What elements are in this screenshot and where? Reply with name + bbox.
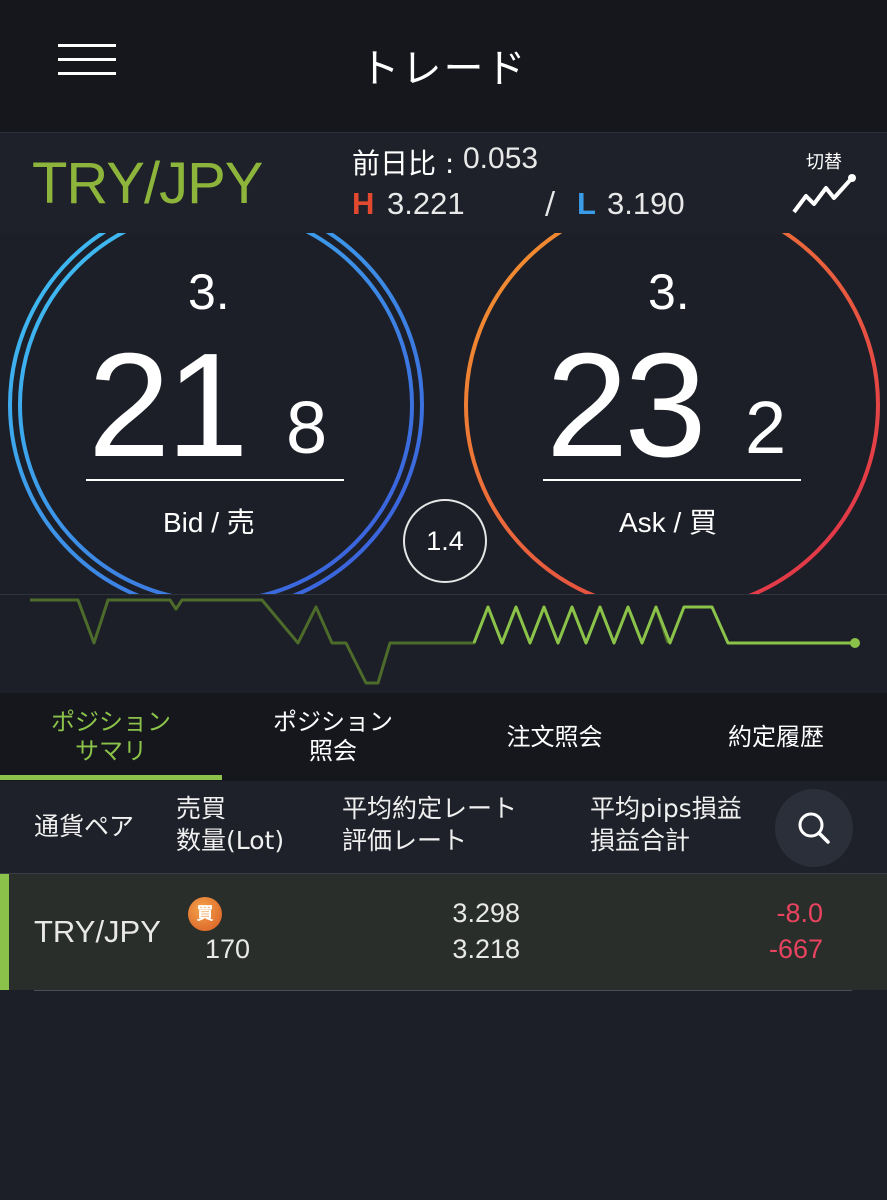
currency-pair-name[interactable]: TRY/JPY (32, 150, 263, 217)
ask-buy-button[interactable]: 3. 23 2 Ask / 買 (455, 233, 887, 595)
bid-label: Bid / 売 (163, 507, 255, 538)
ask-underline (543, 479, 801, 481)
row-eval-rate: 3.218 (452, 934, 520, 964)
high-value: 3.221 (387, 186, 465, 221)
rate-panel: 3. 21 8 Bid / 売 3. 23 2 Ask / 買 1.4 (0, 233, 887, 693)
spread-value: 1.4 (403, 499, 487, 583)
tab-position-inquiry[interactable]: ポジション 照会 (222, 693, 444, 781)
search-button[interactable] (775, 789, 853, 867)
bid-fraction-digit: 8 (286, 386, 328, 469)
row-avg-pips: -8.0 (776, 898, 823, 928)
line-chart-icon (792, 174, 856, 214)
header-avg-eval-rate: 平均約定レート 評価レート (342, 794, 518, 855)
row-currency-pair: TRY/JPY (34, 914, 161, 949)
prev-day-change-value: 0.053 (463, 142, 539, 175)
ask-fraction-digit: 2 (745, 386, 787, 469)
ask-prefix: 3. (648, 264, 690, 320)
high-low-separator: / (545, 186, 556, 221)
switch-label: 切替 (806, 152, 842, 173)
bid-sell-button[interactable]: 3. 21 8 Bid / 売 (0, 233, 435, 595)
search-icon (798, 812, 830, 844)
bid-prefix: 3. (188, 264, 230, 320)
header-side-quantity: 売買 数量(Lot) (176, 794, 285, 855)
buy-side-badge: 買 (188, 897, 222, 931)
table-header: 通貨ペア 売買 数量(Lot) 平均約定レート 評価レート 平均pips損益 損… (0, 781, 887, 874)
row-accent-bar (0, 874, 9, 990)
tab-order-inquiry[interactable]: 注文照会 (444, 693, 665, 781)
ask-label: Ask / 買 (619, 507, 718, 538)
low-value: 3.190 (607, 186, 685, 221)
prev-day-change-label: 前日比 : (352, 147, 455, 180)
row-quantity: 170 (205, 934, 251, 964)
tab-execution-history[interactable]: 約定履歴 (665, 693, 887, 781)
low-label: L (577, 186, 596, 221)
ask-main-digits: 23 (546, 323, 707, 488)
high-label: H (352, 186, 375, 221)
row-avg-rate: 3.298 (452, 898, 520, 928)
row-divider (34, 990, 852, 991)
tab-bar: ポジション サマリ ポジション 照会 注文照会 約定履歴 (0, 693, 887, 781)
row-total-pl: -667 (768, 934, 823, 964)
active-tab-indicator (0, 775, 222, 780)
tick-sparkline (30, 598, 860, 685)
tab-position-summary[interactable]: ポジション サマリ (0, 693, 222, 781)
bid-main-digits: 21 (88, 323, 249, 488)
page-title: トレード (359, 46, 528, 92)
header-pips-pl: 平均pips損益 損益合計 (590, 794, 742, 855)
bid-underline (86, 479, 344, 481)
chart-switch-button[interactable]: 切替 (786, 148, 862, 224)
header-currency-pair: 通貨ペア (34, 812, 135, 841)
